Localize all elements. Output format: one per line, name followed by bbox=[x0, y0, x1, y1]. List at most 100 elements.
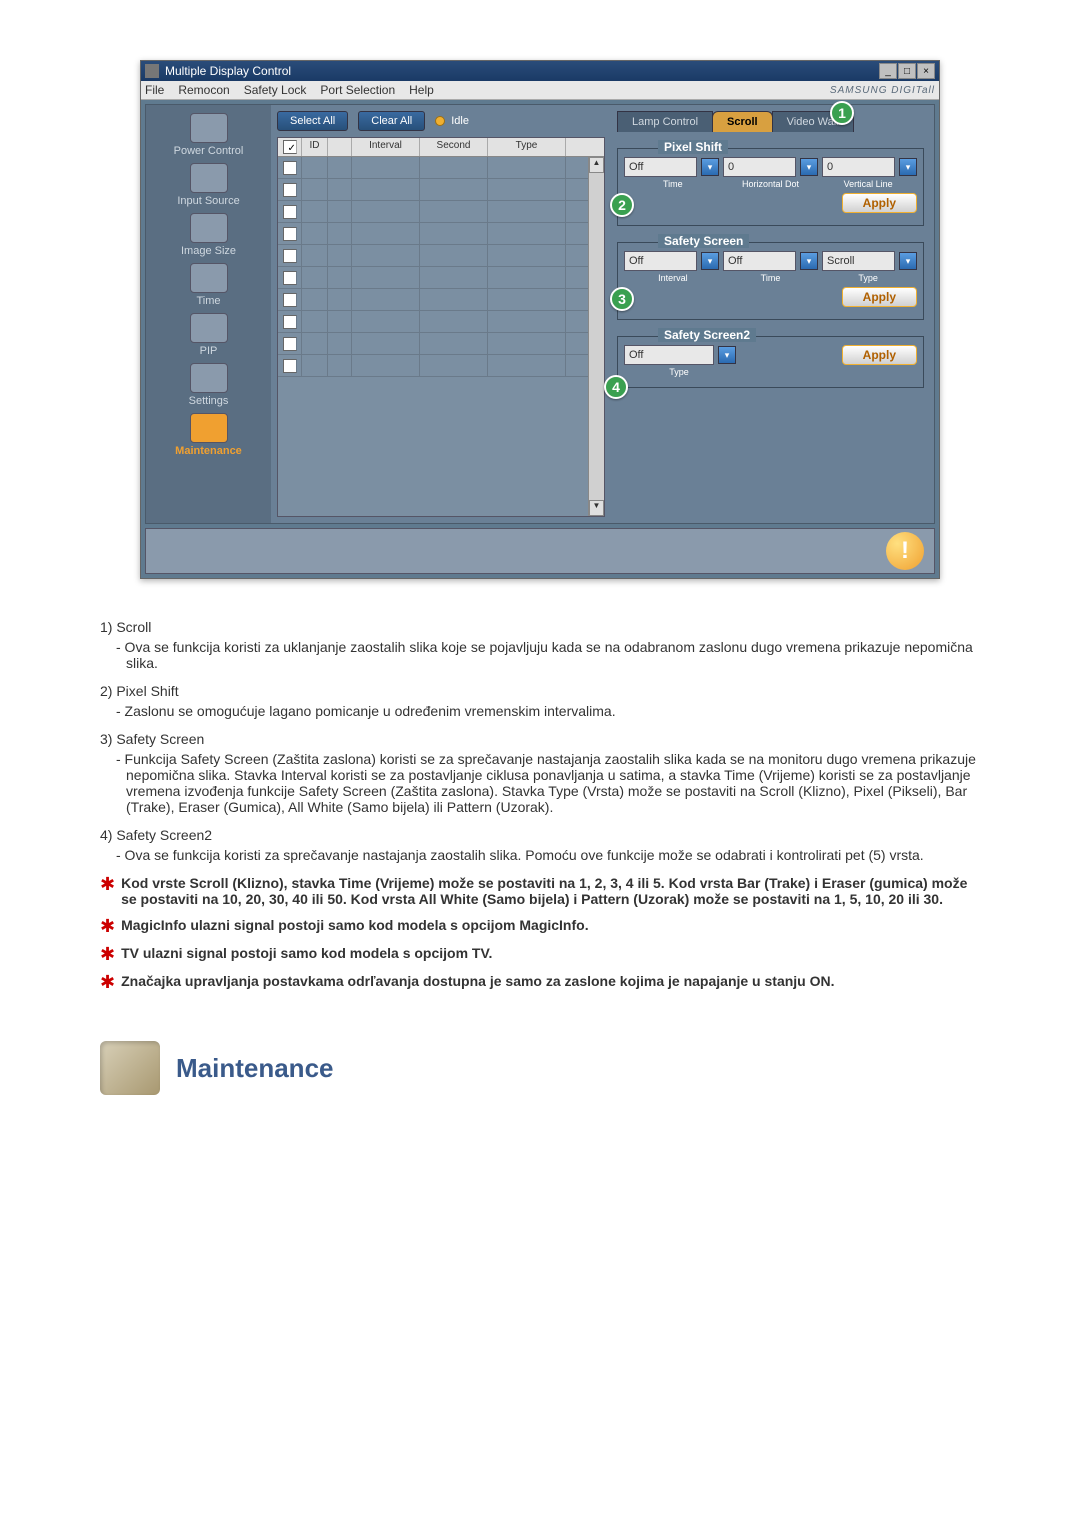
menu-help[interactable]: Help bbox=[409, 83, 434, 97]
col-id-header[interactable]: ID bbox=[302, 138, 328, 156]
doc-head-1: 1) Scroll bbox=[100, 619, 980, 635]
table-row[interactable] bbox=[278, 223, 588, 245]
chevron-down-icon[interactable]: ▾ bbox=[800, 252, 818, 270]
pixel-shift-panel: Pixel Shift Off ▾ 0 ▾ 0 ▾ Time Horizonta… bbox=[617, 148, 924, 226]
ss2-type-dd[interactable]: Off bbox=[624, 345, 714, 365]
table-row[interactable] bbox=[278, 289, 588, 311]
grid-scrollbar[interactable]: ▲ ▼ bbox=[588, 157, 604, 516]
menu-remocon[interactable]: Remocon bbox=[178, 83, 229, 97]
safety-screen2-panel: Safety Screen2 Off ▾ Apply Type 4 bbox=[617, 336, 924, 388]
status-footer: ! bbox=[145, 528, 935, 574]
brand-label: SAMSUNG DIGITall bbox=[830, 85, 935, 96]
input-source-icon bbox=[190, 163, 228, 193]
sidebar-item-power-control[interactable]: Power Control bbox=[150, 113, 267, 157]
table-row[interactable] bbox=[278, 333, 588, 355]
star-text-2: MagicInfo ulazni signal postoji samo kod… bbox=[121, 917, 589, 933]
maintenance-heading: Maintenance bbox=[100, 1041, 980, 1095]
safety-screen2-title: Safety Screen2 bbox=[658, 328, 756, 342]
star-icon: ✱ bbox=[100, 973, 115, 991]
row-checkbox[interactable] bbox=[283, 205, 297, 219]
select-all-button[interactable]: Select All bbox=[277, 111, 348, 131]
scroll-up-button[interactable]: ▲ bbox=[589, 157, 604, 173]
close-button[interactable]: × bbox=[917, 63, 935, 79]
minimize-button[interactable]: _ bbox=[879, 63, 897, 79]
doc-head-2: 2) Pixel Shift bbox=[100, 683, 980, 699]
table-row[interactable] bbox=[278, 245, 588, 267]
chevron-down-icon[interactable]: ▾ bbox=[899, 252, 917, 270]
pixel-shift-off-dd[interactable]: Off bbox=[624, 157, 697, 177]
sidebar-item-pip[interactable]: PIP bbox=[150, 313, 267, 357]
ss2-type-label: Type bbox=[624, 367, 734, 377]
chevron-down-icon[interactable]: ▾ bbox=[701, 252, 719, 270]
col-second-header[interactable]: Second bbox=[420, 138, 488, 156]
star-note-1: ✱ Kod vrste Scroll (Klizno), stavka Time… bbox=[100, 875, 980, 907]
clear-all-button[interactable]: Clear All bbox=[358, 111, 425, 131]
doc-desc-3: - Funkcija Safety Screen (Zaštita zaslon… bbox=[100, 751, 980, 815]
row-checkbox[interactable] bbox=[283, 359, 297, 373]
table-row[interactable] bbox=[278, 157, 588, 179]
ps-vert-label: Vertical Line bbox=[819, 179, 917, 189]
menu-file[interactable]: File bbox=[145, 83, 164, 97]
row-checkbox[interactable] bbox=[283, 315, 297, 329]
doc-item-3: 3) Safety Screen - Funkcija Safety Scree… bbox=[100, 731, 980, 815]
ss-interval-dd[interactable]: Off bbox=[624, 251, 697, 271]
star-icon: ✱ bbox=[100, 875, 115, 893]
col-check-header[interactable] bbox=[278, 138, 302, 156]
sidebar-item-maintenance[interactable]: Maintenance bbox=[150, 413, 267, 457]
maximize-button[interactable]: □ bbox=[898, 63, 916, 79]
time-icon bbox=[190, 263, 228, 293]
ss-time-dd[interactable]: Off bbox=[723, 251, 796, 271]
row-checkbox[interactable] bbox=[283, 337, 297, 351]
power-icon bbox=[190, 113, 228, 143]
table-row[interactable] bbox=[278, 311, 588, 333]
sidebar-item-image-size[interactable]: Image Size bbox=[150, 213, 267, 257]
maintenance-icon bbox=[190, 413, 228, 443]
pixel-shift-h-dd[interactable]: 0 bbox=[723, 157, 796, 177]
apply-button[interactable]: Apply bbox=[842, 193, 917, 213]
star-icon: ✱ bbox=[100, 945, 115, 963]
marker-2: 2 bbox=[610, 193, 634, 217]
ps-time-label: Time bbox=[624, 179, 722, 189]
row-checkbox[interactable] bbox=[283, 249, 297, 263]
table-row[interactable] bbox=[278, 355, 588, 377]
sidebar-label: Maintenance bbox=[175, 445, 242, 457]
sidebar-label: Settings bbox=[189, 395, 229, 407]
row-checkbox[interactable] bbox=[283, 161, 297, 175]
safety-screen-panel: Safety Screen Off ▾ Off ▾ Scroll ▾ Inter… bbox=[617, 242, 924, 320]
table-row[interactable] bbox=[278, 201, 588, 223]
row-checkbox[interactable] bbox=[283, 227, 297, 241]
pip-icon bbox=[190, 313, 228, 343]
row-checkbox[interactable] bbox=[283, 183, 297, 197]
grid-rows bbox=[278, 157, 588, 516]
menu-port-selection[interactable]: Port Selection bbox=[320, 83, 395, 97]
scroll-down-button[interactable]: ▼ bbox=[589, 500, 604, 516]
right-pane: Lamp Control Scroll Video Wall 1 Pixel S… bbox=[611, 105, 934, 523]
marker-1: 1 bbox=[830, 101, 854, 125]
chevron-down-icon[interactable]: ▾ bbox=[899, 158, 917, 176]
table-row[interactable] bbox=[278, 267, 588, 289]
sidebar-item-input-source[interactable]: Input Source bbox=[150, 163, 267, 207]
ss-type-dd[interactable]: Scroll bbox=[822, 251, 895, 271]
sidebar-item-time[interactable]: Time bbox=[150, 263, 267, 307]
row-checkbox[interactable] bbox=[283, 293, 297, 307]
chevron-down-icon[interactable]: ▾ bbox=[701, 158, 719, 176]
sidebar-label: Input Source bbox=[177, 195, 239, 207]
display-grid: ID Interval Second Type bbox=[277, 137, 605, 517]
row-checkbox[interactable] bbox=[283, 271, 297, 285]
pixel-shift-v-dd[interactable]: 0 bbox=[822, 157, 895, 177]
app-icon bbox=[145, 64, 159, 78]
chevron-down-icon[interactable]: ▾ bbox=[718, 346, 736, 364]
col-type-header[interactable]: Type bbox=[488, 138, 566, 156]
sidebar-item-settings[interactable]: Settings bbox=[150, 363, 267, 407]
image-size-icon bbox=[190, 213, 228, 243]
pixel-shift-title: Pixel Shift bbox=[658, 140, 728, 154]
apply-button[interactable]: Apply bbox=[842, 345, 917, 365]
table-row[interactable] bbox=[278, 179, 588, 201]
col-interval-header[interactable]: Interval bbox=[352, 138, 420, 156]
chevron-down-icon[interactable]: ▾ bbox=[800, 158, 818, 176]
tab-lamp-control[interactable]: Lamp Control bbox=[617, 111, 713, 132]
marker-3: 3 bbox=[610, 287, 634, 311]
tab-scroll[interactable]: Scroll bbox=[712, 111, 773, 132]
menu-safety-lock[interactable]: Safety Lock bbox=[244, 83, 307, 97]
apply-button[interactable]: Apply bbox=[842, 287, 917, 307]
